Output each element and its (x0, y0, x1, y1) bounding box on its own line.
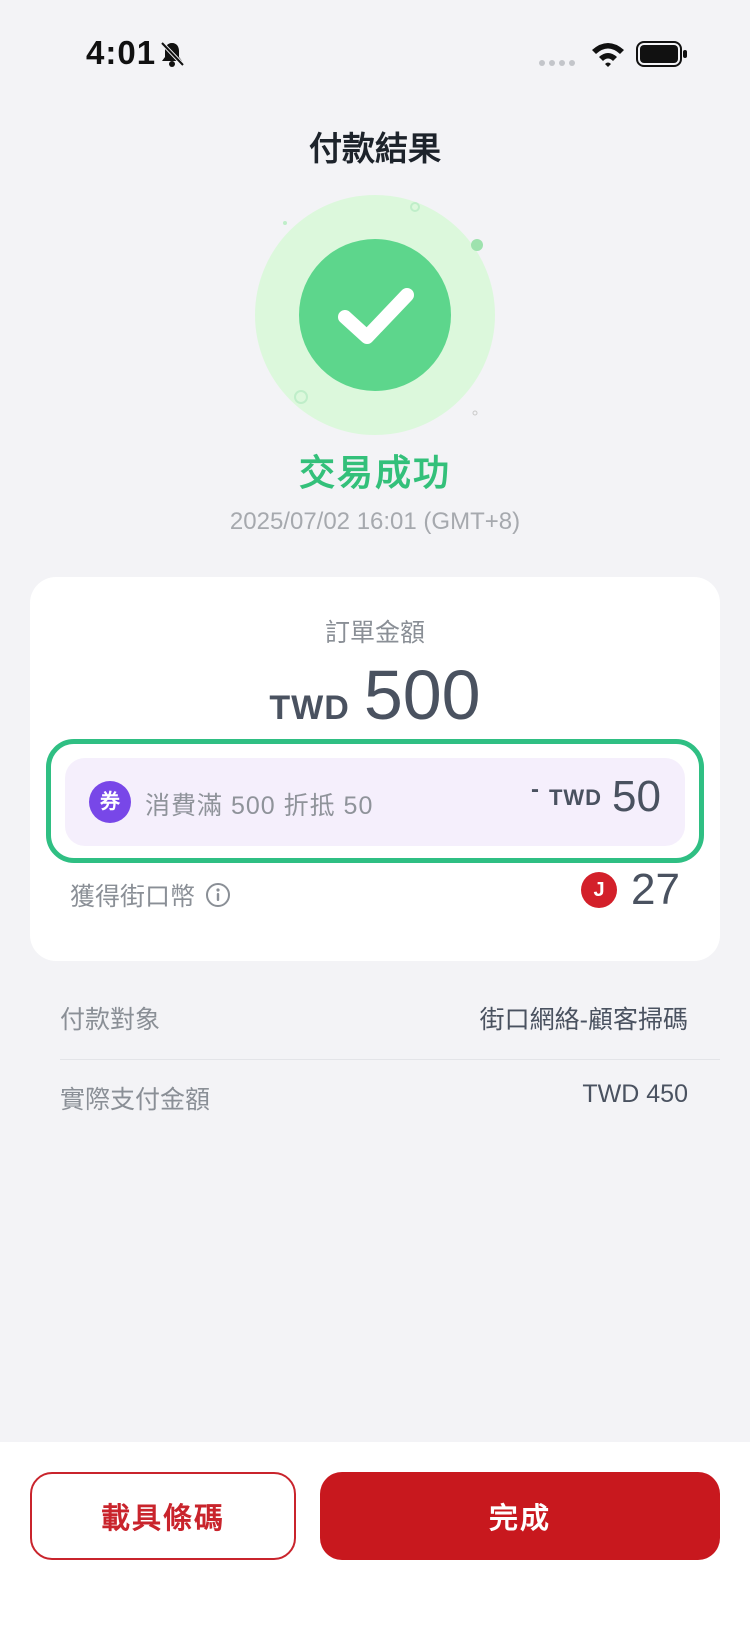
payee-value: 街口網絡-顧客掃碼 (479, 1006, 688, 1034)
coupon-discount: - TWD 50 (531, 772, 661, 822)
coupon-highlight: 券 消費滿 500 折抵 50 - TWD 50 (46, 739, 704, 863)
order-amount-value: 500 (363, 656, 481, 734)
info-icon[interactable] (205, 882, 231, 908)
signal-icon (539, 60, 575, 66)
detail-row-paid-amount: 實際支付金額 TWD 450 (60, 1060, 720, 1140)
paid-amount-label: 實際支付金額 (60, 1086, 211, 1114)
coupon-minus-sign: - (530, 776, 539, 803)
coupon-currency: TWD (548, 785, 603, 810)
check-icon (338, 288, 414, 344)
transaction-status: 交易成功 (298, 452, 451, 493)
bottom-action-bar: 載具條碼 完成 (0, 1442, 750, 1626)
coupon-discount-value: 50 (612, 772, 661, 821)
status-bar: 4:01 (0, 0, 750, 110)
status-time: 4:01 (86, 34, 157, 71)
order-summary-card: 訂單金額 TWD 500 券 消費滿 500 折抵 50 - TWD 50 獲得街口幣… (30, 577, 720, 961)
coins-earned-text: 獲得街口幣 (70, 883, 196, 911)
payee-label: 付款對象 (60, 1006, 161, 1034)
coupon-description: 消費滿 500 折抵 50 (145, 792, 374, 820)
wifi-icon (592, 43, 624, 67)
transaction-timestamp: 2025/07/02 16:01 (GMT+8) (229, 508, 521, 535)
page-title: 付款結果 (309, 130, 441, 167)
order-currency: TWD (269, 689, 350, 727)
jko-coin-icon: J (581, 872, 618, 908)
success-illustration (255, 195, 495, 435)
bell-slash-icon (160, 41, 185, 67)
coupon-row: 券 消費滿 500 折抵 50 - TWD 50 (65, 758, 685, 846)
done-button[interactable]: 完成 (320, 1472, 720, 1560)
coupon-badge-icon: 券 (89, 781, 131, 823)
coins-earned-amount: J 27 (581, 865, 680, 915)
coins-earned-value: 27 (631, 865, 680, 914)
battery-icon (636, 41, 687, 67)
order-amount: TWD 500 (30, 655, 720, 735)
carrier-barcode-button[interactable]: 載具條碼 (30, 1472, 296, 1560)
success-circle (299, 239, 451, 391)
paid-amount-value: TWD 450 (582, 1080, 688, 1108)
order-amount-label: 訂單金額 (324, 619, 425, 647)
detail-row-payee: 付款對象 街口網絡-顧客掃碼 (60, 980, 720, 1060)
coins-earned-label: 獲得街口幣 (70, 877, 231, 913)
